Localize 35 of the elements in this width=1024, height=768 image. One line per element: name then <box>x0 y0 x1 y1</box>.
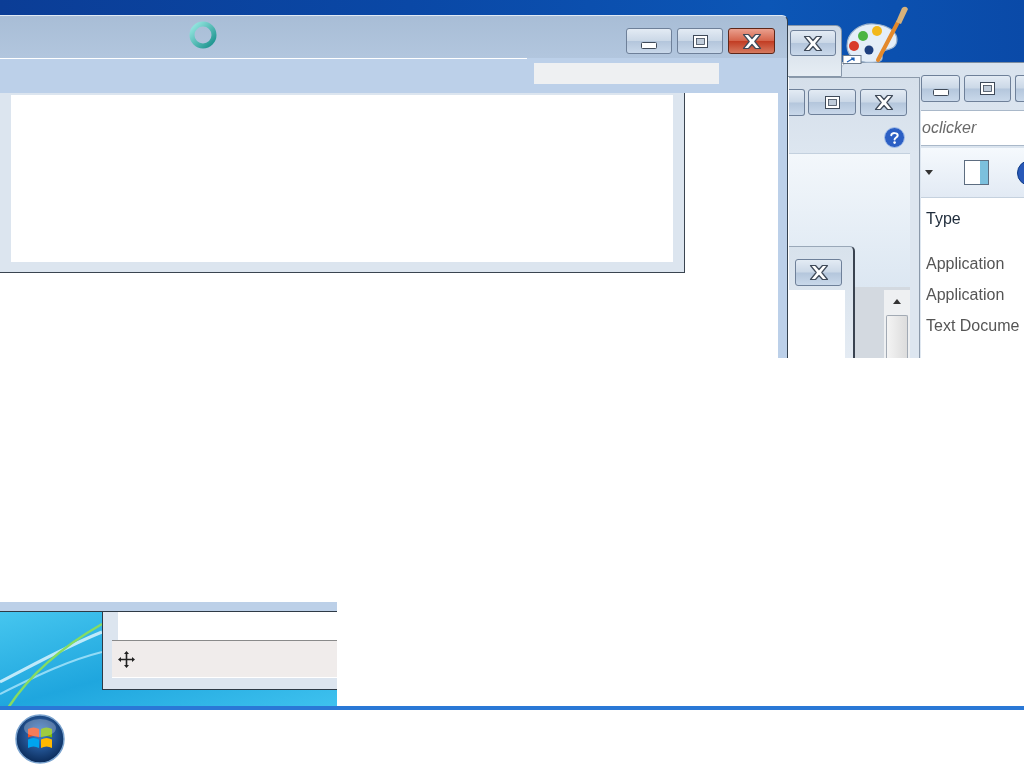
close-button[interactable] <box>728 28 775 54</box>
maximize-icon <box>692 34 708 48</box>
type-cell-text: Application <box>926 285 1005 305</box>
caret-icon[interactable] <box>925 170 933 175</box>
type-cell-text: Text Docume <box>926 316 1020 336</box>
loading-ring-icon <box>189 21 217 49</box>
help-icon[interactable] <box>884 127 905 148</box>
up-arrow-icon <box>893 298 901 304</box>
minimize-button[interactable] <box>626 28 672 54</box>
close-icon <box>803 34 823 52</box>
text-field[interactable] <box>534 63 719 84</box>
maximize-button[interactable] <box>677 28 723 54</box>
scrollbar[interactable] <box>884 290 910 358</box>
close-button[interactable] <box>790 30 836 56</box>
close-icon <box>808 264 829 281</box>
close-button[interactable] <box>860 89 907 116</box>
scrollbar-thumb[interactable] <box>886 315 908 358</box>
pane-icon[interactable] <box>964 160 989 185</box>
minimize-icon <box>641 41 657 49</box>
move-cursor-icon <box>117 649 136 669</box>
type-cell-text: Application <box>926 254 1005 274</box>
maximize-button[interactable] <box>964 75 1011 102</box>
content-area <box>789 290 845 358</box>
close-button[interactable] <box>795 259 842 286</box>
maximize-button[interactable] <box>808 89 856 115</box>
flag-orb-icon[interactable] <box>15 714 65 764</box>
maximize-icon <box>824 95 840 109</box>
maximize-icon <box>980 82 995 95</box>
column-header[interactable]: Type <box>926 208 961 230</box>
minimize-button[interactable] <box>921 75 960 102</box>
minimize-icon <box>932 89 949 96</box>
close-icon <box>741 32 762 50</box>
address-field[interactable]: oclicker <box>921 110 1024 146</box>
palette-icon[interactable] <box>842 4 910 64</box>
close-icon <box>873 94 894 111</box>
